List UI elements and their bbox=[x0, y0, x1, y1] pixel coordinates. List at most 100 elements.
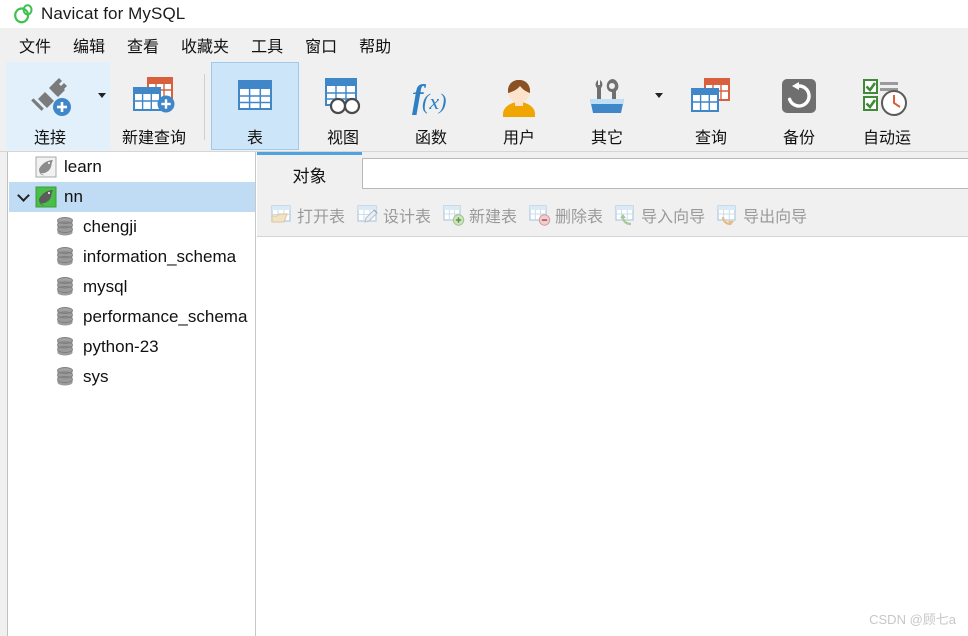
new-table-icon bbox=[443, 204, 465, 226]
toolbar-label-user: 用户 bbox=[502, 130, 535, 147]
left-gutter bbox=[0, 152, 8, 636]
toolbar-separator-1 bbox=[204, 73, 205, 140]
database-icon bbox=[53, 336, 77, 358]
svg-text:(x): (x) bbox=[422, 89, 446, 114]
tree-label-mysql: mysql bbox=[83, 277, 128, 296]
user-icon bbox=[491, 72, 547, 122]
new-table-button[interactable]: 新建表 bbox=[437, 199, 523, 231]
tree-item-chengji[interactable]: chengji bbox=[9, 212, 255, 242]
toolbar-button-view[interactable]: 视图 bbox=[299, 62, 387, 150]
toolbar-button-user[interactable]: 用户 bbox=[475, 62, 563, 150]
export-wizard-icon bbox=[717, 204, 739, 226]
new-query-icon bbox=[126, 72, 182, 122]
function-fx-icon: f (x) bbox=[403, 72, 459, 122]
tree-expander-nn[interactable] bbox=[12, 182, 34, 212]
connection-dolphin-gray-icon bbox=[34, 156, 58, 178]
database-icon bbox=[53, 276, 77, 298]
import-wizard-label: 导入向导 bbox=[641, 209, 706, 226]
menu-file[interactable]: 文件 bbox=[8, 30, 62, 60]
tree-label-sys: sys bbox=[83, 367, 109, 386]
tree-label-chengji: chengji bbox=[83, 217, 137, 236]
new-table-label: 新建表 bbox=[469, 209, 518, 226]
toolbar-label-view: 视图 bbox=[326, 130, 359, 147]
design-table-icon bbox=[357, 204, 379, 226]
toolbar-button-backup[interactable]: 备份 bbox=[755, 62, 843, 150]
delete-table-icon bbox=[529, 204, 551, 226]
navicat-window: Navicat for MySQL 文件 编辑 查看 收藏夹 工具 窗口 帮助 bbox=[0, 0, 968, 636]
toolbar-dropdown-connection[interactable] bbox=[94, 62, 110, 150]
query-icon bbox=[683, 72, 739, 122]
chevron-down-icon bbox=[655, 92, 663, 98]
toolbar-label-connection: 连接 bbox=[33, 130, 66, 147]
tree-item-nn[interactable]: nn bbox=[9, 182, 255, 212]
database-icon bbox=[53, 216, 77, 238]
connection-plug-add-icon bbox=[22, 72, 78, 122]
import-wizard-icon bbox=[615, 204, 637, 226]
toolbar-dropdown-other[interactable] bbox=[651, 62, 667, 150]
toolbar-button-automation[interactable]: 自动运 bbox=[843, 62, 931, 150]
navicat-logo-icon bbox=[12, 3, 34, 25]
automation-checklist-clock-icon bbox=[859, 72, 915, 122]
import-wizard-button[interactable]: 导入向导 bbox=[609, 199, 711, 231]
chevron-down-icon bbox=[98, 92, 106, 98]
object-filter-input[interactable] bbox=[362, 158, 968, 189]
tree-item-sys[interactable]: sys bbox=[9, 362, 255, 392]
connection-tree-panel: learn nn chengji information_schema mysq… bbox=[9, 152, 256, 636]
open-table-label: 打开表 bbox=[297, 209, 346, 226]
delete-table-label: 删除表 bbox=[555, 209, 604, 226]
menu-window[interactable]: 窗口 bbox=[294, 30, 348, 60]
open-table-button[interactable]: 打开表 bbox=[265, 199, 351, 231]
database-icon bbox=[53, 306, 77, 328]
chevron-down-icon bbox=[16, 189, 30, 202]
menu-bar: 文件 编辑 查看 收藏夹 工具 窗口 帮助 bbox=[0, 28, 968, 62]
export-wizard-button[interactable]: 导出向导 bbox=[711, 199, 813, 231]
tab-objects[interactable]: 对象 bbox=[257, 155, 362, 194]
tree-item-information-schema[interactable]: information_schema bbox=[9, 242, 255, 272]
toolbar-label-table: 表 bbox=[246, 130, 263, 147]
main-pane: 对象 打开表 设计表 新建表 删除表 导入向导 导出向导 CSDN @顾七a bbox=[257, 152, 968, 636]
export-wizard-label: 导出向导 bbox=[743, 209, 808, 226]
tree-item-performance-schema[interactable]: performance_schema bbox=[9, 302, 255, 332]
toolbar-label-other: 其它 bbox=[590, 130, 623, 147]
toolbar-button-other[interactable]: 其它 bbox=[563, 62, 651, 150]
open-table-icon bbox=[271, 204, 293, 226]
toolbar-label-new-query: 新建查询 bbox=[121, 130, 186, 147]
title-bar: Navicat for MySQL bbox=[0, 0, 968, 28]
menu-view[interactable]: 查看 bbox=[116, 30, 170, 60]
tree-label-nn: nn bbox=[64, 187, 83, 206]
menu-favorites[interactable]: 收藏夹 bbox=[170, 30, 240, 60]
table-icon bbox=[227, 72, 283, 122]
toolbar-label-query: 查询 bbox=[694, 130, 727, 147]
object-list-area: CSDN @顾七a bbox=[257, 236, 968, 636]
menu-help[interactable]: 帮助 bbox=[348, 30, 402, 60]
toolbar-button-connection[interactable]: 连接 bbox=[6, 62, 94, 150]
toolbar-button-table[interactable]: 表 bbox=[211, 62, 299, 150]
database-icon bbox=[53, 246, 77, 268]
tree-item-python-23[interactable]: python-23 bbox=[9, 332, 255, 362]
tree-expander-placeholder bbox=[12, 152, 34, 182]
tree-label-learn: learn bbox=[64, 157, 102, 176]
delete-table-button[interactable]: 删除表 bbox=[523, 199, 609, 231]
toolbar-label-backup: 备份 bbox=[782, 130, 815, 147]
object-action-bar: 打开表 设计表 新建表 删除表 导入向导 导出向导 bbox=[257, 194, 968, 236]
menu-tools[interactable]: 工具 bbox=[240, 30, 294, 60]
tree-item-mysql[interactable]: mysql bbox=[9, 272, 255, 302]
design-table-label: 设计表 bbox=[383, 209, 432, 226]
main-toolbar: 连接 新建查询 表 视图 f (x) 函数 用户 其它 查询 备份 自动运 bbox=[0, 62, 968, 152]
toolbar-button-query[interactable]: 查询 bbox=[667, 62, 755, 150]
watermark-text: CSDN @顾七a bbox=[869, 612, 956, 627]
tree-label-python-23: python-23 bbox=[83, 337, 159, 356]
view-icon bbox=[315, 72, 371, 122]
toolbar-button-function[interactable]: f (x) 函数 bbox=[387, 62, 475, 150]
toolbar-button-new-query[interactable]: 新建查询 bbox=[110, 62, 198, 150]
menu-edit[interactable]: 编辑 bbox=[62, 30, 116, 60]
toolbar-label-function: 函数 bbox=[414, 130, 447, 147]
database-icon bbox=[53, 366, 77, 388]
tab-strip: 对象 bbox=[257, 152, 968, 194]
connection-dolphin-green-icon bbox=[34, 186, 58, 208]
tree-item-learn[interactable]: learn bbox=[9, 152, 255, 182]
toolbar-label-automation: 自动运 bbox=[862, 130, 911, 147]
design-table-button[interactable]: 设计表 bbox=[351, 199, 437, 231]
other-toolbox-icon bbox=[579, 72, 635, 122]
backup-restore-icon bbox=[771, 72, 827, 122]
